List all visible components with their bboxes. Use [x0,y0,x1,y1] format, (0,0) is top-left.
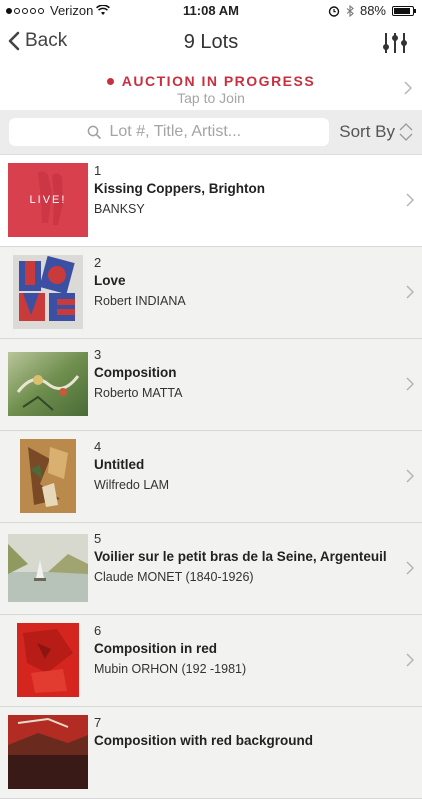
lot-artist: Roberto MATTA [94,386,183,400]
join-hint: Tap to Join [177,90,245,106]
lot-title: Untitled [94,457,145,472]
sort-diamond-icon [399,123,413,141]
chevron-right-icon [406,469,414,483]
search-field[interactable] [9,118,329,146]
lot-thumbnail [8,439,88,513]
lot-row-4[interactable]: 4 Untitled Wilfredo LAM [0,431,422,523]
lot-thumbnail [8,347,88,421]
lot-info: 1 Kissing Coppers, Brighton BANKSY [94,163,392,216]
matta-painting-image [8,352,88,416]
sliders-icon [383,33,407,53]
chevron-right-icon [404,81,412,95]
auction-status-label: AUCTION IN PROGRESS [121,73,316,89]
alarm-icon [328,5,340,17]
lot-artist: Robert INDIANA [94,294,186,308]
lot-row-1[interactable]: LIVE! 1 Kissing Coppers, Brighton BANKSY [0,155,422,247]
status-right: 88% [328,3,416,18]
lot-number: 4 [94,439,102,454]
lot-number: 3 [94,347,102,362]
battery-icon [392,5,416,16]
lot-row-2[interactable]: 2 Love Robert INDIANA [0,247,422,339]
lot-thumbnail [8,715,88,789]
lot-artist: Claude MONET (1840-1926) [94,570,254,584]
lot-info: 6 Composition in red Mubin ORHON (192 -1… [94,623,392,676]
lot-title: Composition [94,365,177,380]
auction-banner[interactable]: AUCTION IN PROGRESS Tap to Join [0,66,422,111]
filter-button[interactable] [382,30,408,61]
lot-artist: BANKSY [94,202,145,216]
lam-painting-image [20,439,76,513]
orhon-painting-image [17,623,79,697]
lot-title: Voilier sur le petit bras de la Seine, A… [94,549,387,564]
battery-percent: 88% [359,3,386,18]
lot-number: 5 [94,531,102,546]
live-badge: LIVE! [29,194,67,206]
lot-info: 7 Composition with red background [94,715,392,754]
love-sculpture-image [13,255,83,329]
search-icon [87,125,101,139]
bluetooth-icon [346,4,354,17]
lot-row-7[interactable]: 7 Composition with red background [0,707,422,799]
lot-info: 2 Love Robert INDIANA [94,255,392,308]
sort-label: Sort By [339,122,395,141]
lot-thumbnail [8,531,88,605]
status-bar: Verizon 11:08 AM 88% [0,0,422,22]
lot-row-6[interactable]: 6 Composition in red Mubin ORHON (192 -1… [0,615,422,707]
lot-title: Kissing Coppers, Brighton [94,181,266,196]
chevron-right-icon [406,377,414,391]
live-dot-icon [106,77,114,85]
sort-button[interactable]: Sort By [339,122,414,142]
lot-thumbnail [8,623,88,697]
lot-number: 7 [94,715,102,730]
lot-number: 1 [94,163,102,178]
red-background-painting-image [8,715,88,789]
lot-title: Love [94,273,126,288]
lot-thumbnail: LIVE! [8,163,88,237]
lot-info: 4 Untitled Wilfredo LAM [94,439,392,492]
search-bar: Sort By [0,110,422,155]
lot-number: 2 [94,255,102,270]
lot-title: Composition in red [94,641,217,656]
chevron-right-icon [406,193,414,207]
lot-row-5[interactable]: 5 Voilier sur le petit bras de la Seine,… [0,523,422,615]
lot-thumbnail [8,255,88,329]
lot-info: 3 Composition Roberto MATTA [94,347,392,400]
chevron-right-icon [406,285,414,299]
chevron-right-icon [406,653,414,667]
lot-artist: Mubin ORHON (192 -1981) [94,662,247,676]
page-title: 9 Lots [183,31,239,53]
nav-bar: Back 9 Lots [0,22,422,66]
chevron-right-icon [406,561,414,575]
auction-status: AUCTION IN PROGRESS [0,73,422,89]
monet-painting-image [8,534,88,602]
lot-title: Composition with red background [94,733,313,748]
lot-number: 6 [94,623,102,638]
search-input[interactable] [107,122,252,142]
lot-row-3[interactable]: 3 Composition Roberto MATTA [0,339,422,431]
lot-list: LIVE! 1 Kissing Coppers, Brighton BANKSY [0,155,422,799]
lot-info: 5 Voilier sur le petit bras de la Seine,… [94,531,392,584]
lot-artist: Wilfredo LAM [94,478,170,492]
